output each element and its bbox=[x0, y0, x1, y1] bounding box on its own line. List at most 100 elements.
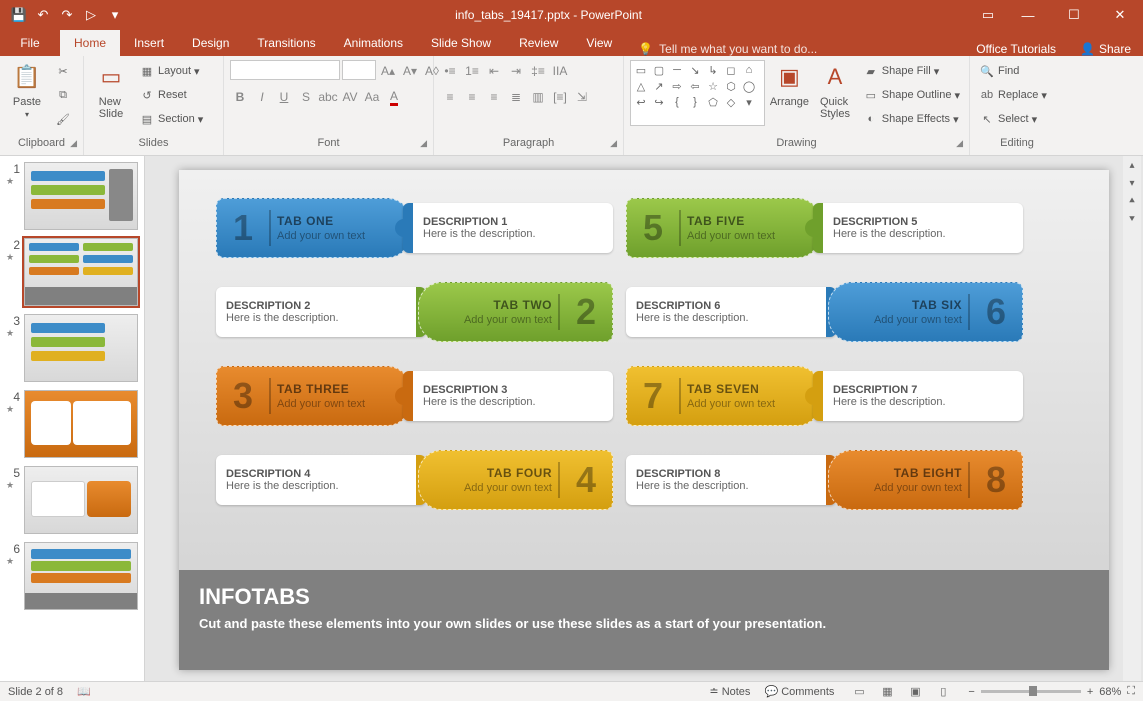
thumbnail-4[interactable]: 4★ bbox=[6, 390, 138, 458]
increase-indent-button[interactable]: ⇥ bbox=[506, 60, 526, 82]
dialog-launcher-icon[interactable]: ◢ bbox=[956, 138, 963, 149]
sorter-view-icon[interactable]: ▦ bbox=[876, 685, 898, 698]
tab-description[interactable]: DESCRIPTION 8Here is the description. bbox=[626, 455, 836, 505]
tab-description[interactable]: DESCRIPTION 6Here is the description. bbox=[626, 287, 836, 337]
normal-view-icon[interactable]: ▭ bbox=[848, 685, 870, 698]
tab-pill[interactable]: 7TAB SEVENAdd your own text bbox=[626, 366, 821, 426]
tab-pill[interactable]: 1TAB ONEAdd your own text bbox=[216, 198, 411, 258]
tab-pill[interactable]: TAB TWOAdd your own text2 bbox=[418, 282, 613, 342]
tab-description[interactable]: DESCRIPTION 7Here is the description. bbox=[813, 371, 1023, 421]
tab-description[interactable]: DESCRIPTION 1Here is the description. bbox=[403, 203, 613, 253]
start-slideshow-icon[interactable]: ▷ bbox=[80, 4, 102, 26]
tab-description[interactable]: DESCRIPTION 3Here is the description. bbox=[403, 371, 613, 421]
tell-me-search[interactable]: 💡Tell me what you want to do... bbox=[638, 42, 817, 56]
infotab-3[interactable]: 3TAB THREEAdd your own textDESCRIPTION 3… bbox=[216, 366, 616, 426]
tab-file[interactable]: File bbox=[0, 30, 60, 56]
font-size-combo[interactable] bbox=[342, 60, 376, 80]
bold-button[interactable]: B bbox=[230, 86, 250, 108]
prev-slide-icon[interactable]: ⯅ bbox=[1123, 192, 1141, 210]
shape-effects-button[interactable]: ◐Shape Effects ▾ bbox=[860, 108, 963, 130]
tab-description[interactable]: DESCRIPTION 4Here is the description. bbox=[216, 455, 426, 505]
vertical-scrollbar[interactable]: ▴ ▾ ⯅ ⯆ bbox=[1123, 156, 1141, 681]
scroll-up-icon[interactable]: ▴ bbox=[1123, 156, 1141, 174]
infotab-7[interactable]: 7TAB SEVENAdd your own textDESCRIPTION 7… bbox=[626, 366, 1026, 426]
select-button[interactable]: ↖Select ▾ bbox=[976, 108, 1050, 130]
columns-button[interactable]: ▥ bbox=[528, 86, 548, 108]
infotab-5[interactable]: 5TAB FIVEAdd your own textDESCRIPTION 5H… bbox=[626, 198, 1026, 258]
infotab-2[interactable]: DESCRIPTION 2Here is the description.TAB… bbox=[216, 282, 616, 342]
cut-button[interactable]: ✂ bbox=[52, 60, 74, 82]
tab-insert[interactable]: Insert bbox=[120, 30, 178, 56]
tab-pill[interactable]: 3TAB THREEAdd your own text bbox=[216, 366, 411, 426]
align-center-button[interactable]: ≡ bbox=[462, 86, 482, 108]
shrink-font-button[interactable]: A▾ bbox=[400, 60, 420, 82]
tab-pill[interactable]: TAB SIXAdd your own text6 bbox=[828, 282, 1023, 342]
align-left-button[interactable]: ≡ bbox=[440, 86, 460, 108]
next-slide-icon[interactable]: ⯆ bbox=[1123, 210, 1141, 228]
decrease-indent-button[interactable]: ⇤ bbox=[484, 60, 504, 82]
replace-button[interactable]: abReplace ▾ bbox=[976, 84, 1050, 106]
shape-outline-button[interactable]: ▭Shape Outline ▾ bbox=[860, 84, 963, 106]
zoom-out-button[interactable]: − bbox=[968, 686, 974, 698]
reading-view-icon[interactable]: ▣ bbox=[904, 685, 926, 698]
dialog-launcher-icon[interactable]: ◢ bbox=[610, 138, 617, 149]
tab-slideshow[interactable]: Slide Show bbox=[417, 30, 505, 56]
reset-button[interactable]: ↺Reset bbox=[136, 84, 206, 106]
thumbnail-6[interactable]: 6★ bbox=[6, 542, 138, 610]
zoom-level[interactable]: 68% bbox=[1099, 686, 1121, 698]
tab-pill[interactable]: 5TAB FIVEAdd your own text bbox=[626, 198, 821, 258]
tab-description[interactable]: DESCRIPTION 2Here is the description. bbox=[216, 287, 426, 337]
align-right-button[interactable]: ≡ bbox=[484, 86, 504, 108]
slideshow-view-icon[interactable]: ▯ bbox=[932, 685, 954, 698]
slide-footer[interactable]: INFOTABSCut and paste these elements int… bbox=[179, 570, 1109, 670]
infotab-1[interactable]: 1TAB ONEAdd your own textDESCRIPTION 1He… bbox=[216, 198, 616, 258]
thumbnail-5[interactable]: 5★ bbox=[6, 466, 138, 534]
smartart-button[interactable]: ⇲ bbox=[572, 86, 592, 108]
thumbnail-2[interactable]: 2★ bbox=[6, 238, 138, 306]
quick-styles-button[interactable]: AQuick Styles bbox=[814, 60, 856, 120]
shadow-button[interactable]: abc bbox=[318, 86, 338, 108]
tab-home[interactable]: Home bbox=[60, 30, 120, 56]
tab-design[interactable]: Design bbox=[178, 30, 243, 56]
thumbnail-3[interactable]: 3★ bbox=[6, 314, 138, 382]
tab-review[interactable]: Review bbox=[505, 30, 572, 56]
section-button[interactable]: ▤Section ▾ bbox=[136, 108, 206, 130]
justify-button[interactable]: ≣ bbox=[506, 86, 526, 108]
find-button[interactable]: 🔍Find bbox=[976, 60, 1050, 82]
font-family-combo[interactable] bbox=[230, 60, 340, 80]
slide-canvas[interactable]: 1TAB ONEAdd your own textDESCRIPTION 1He… bbox=[145, 156, 1143, 681]
undo-icon[interactable]: ↶ bbox=[32, 4, 54, 26]
fit-to-window-icon[interactable]: ⛶ bbox=[1127, 685, 1135, 698]
maximize-button[interactable]: ☐ bbox=[1051, 0, 1097, 30]
underline-button[interactable]: U bbox=[274, 86, 294, 108]
infotab-6[interactable]: DESCRIPTION 6Here is the description.TAB… bbox=[626, 282, 1026, 342]
thumbnail-1[interactable]: 1★ bbox=[6, 162, 138, 230]
ribbon-options-icon[interactable]: ▭ bbox=[971, 0, 1005, 30]
infotab-8[interactable]: DESCRIPTION 8Here is the description.TAB… bbox=[626, 450, 1026, 510]
dialog-launcher-icon[interactable]: ◢ bbox=[420, 138, 427, 149]
format-painter-button[interactable]: 🖌 bbox=[52, 108, 74, 130]
zoom-in-button[interactable]: + bbox=[1087, 686, 1093, 698]
tab-pill[interactable]: TAB EIGHTAdd your own text8 bbox=[828, 450, 1023, 510]
tab-transitions[interactable]: Transitions bbox=[243, 30, 329, 56]
qat-more-icon[interactable]: ▾ bbox=[104, 4, 126, 26]
tab-view[interactable]: View bbox=[572, 30, 626, 56]
font-color-button[interactable]: A bbox=[384, 86, 404, 108]
close-button[interactable]: ✕ bbox=[1097, 0, 1143, 30]
change-case-button[interactable]: Aa bbox=[362, 86, 382, 108]
scroll-down-icon[interactable]: ▾ bbox=[1123, 174, 1141, 192]
tab-animations[interactable]: Animations bbox=[330, 30, 417, 56]
spellcheck-icon[interactable]: 📖 bbox=[77, 685, 91, 698]
infotab-4[interactable]: DESCRIPTION 4Here is the description.TAB… bbox=[216, 450, 616, 510]
align-text-button[interactable]: [≡] bbox=[550, 86, 570, 108]
slide-content[interactable]: 1TAB ONEAdd your own textDESCRIPTION 1He… bbox=[179, 170, 1109, 670]
bullets-button[interactable]: •≡ bbox=[440, 60, 460, 82]
text-direction-button[interactable]: IIA bbox=[550, 60, 570, 82]
minimize-button[interactable]: — bbox=[1005, 0, 1051, 30]
numbering-button[interactable]: 1≡ bbox=[462, 60, 482, 82]
new-slide-button[interactable]: ▭New Slide bbox=[90, 60, 132, 120]
paste-button[interactable]: 📋Paste▾ bbox=[6, 60, 48, 119]
strikethrough-button[interactable]: S bbox=[296, 86, 316, 108]
redo-icon[interactable]: ↷ bbox=[56, 4, 78, 26]
line-spacing-button[interactable]: ‡≡ bbox=[528, 60, 548, 82]
